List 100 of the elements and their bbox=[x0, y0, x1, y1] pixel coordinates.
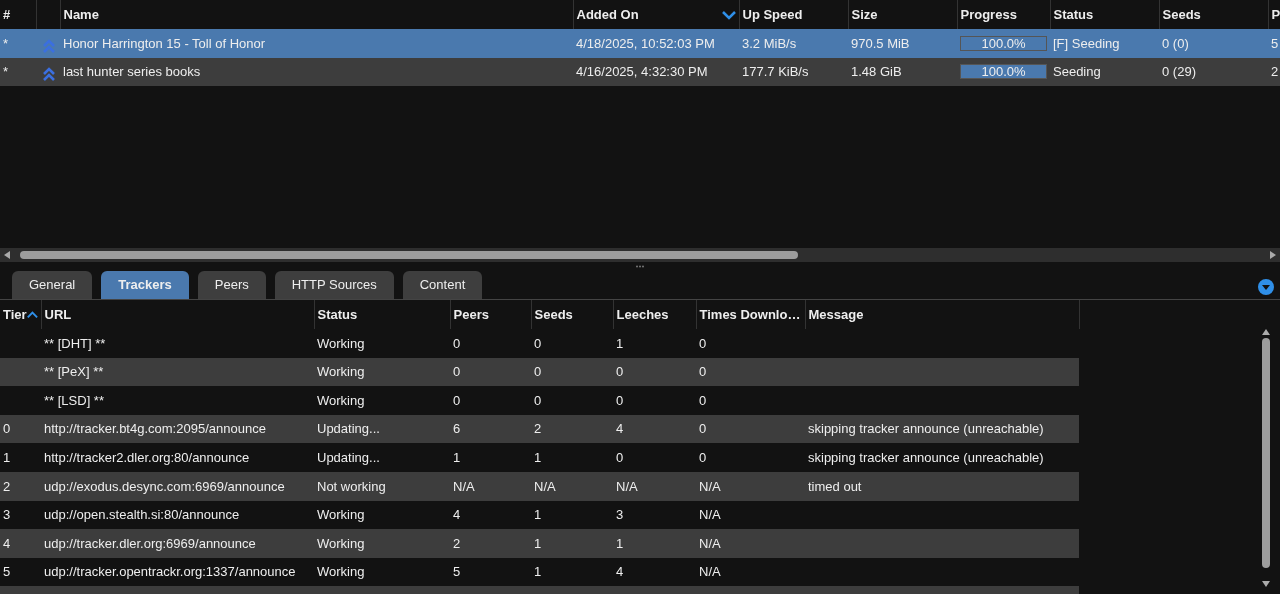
table-cell: http://tracker.bt4g.com:2095/announce bbox=[44, 421, 266, 437]
table-cell: 2 bbox=[534, 421, 542, 437]
table-cell: 1 bbox=[616, 335, 624, 351]
table-cell: Working bbox=[317, 535, 365, 551]
torrent-row[interactable]: * Honor Harrington 15 - Toll of Honor 4/18/2025, 10:52:03 PM 3.2 MiB/s 970.5 MiB 100.0% [F] Seeding 0 (0) 5 bbox=[0, 29, 1280, 58]
progress-bar: 100.0% bbox=[960, 64, 1047, 80]
table-cell: 1 bbox=[534, 507, 542, 523]
table-cell: 0 bbox=[699, 392, 707, 408]
column-header[interactable]: Seeds bbox=[1162, 4, 1201, 25]
column-header[interactable]: # bbox=[3, 4, 11, 25]
table-cell: 2 bbox=[3, 478, 11, 494]
table-cell: 0 bbox=[453, 364, 461, 380]
table-cell: 1 bbox=[534, 564, 542, 580]
column-header[interactable]: Peers bbox=[453, 304, 489, 325]
table-cell: 1.48 GiB bbox=[851, 64, 902, 80]
table-cell: N/A bbox=[699, 535, 721, 551]
column-header[interactable]: Status bbox=[1053, 4, 1094, 25]
table-cell: 5 bbox=[3, 564, 11, 580]
table-cell: 0 bbox=[699, 421, 707, 437]
table-cell: N/A bbox=[699, 564, 721, 580]
table-cell: skipping tracker announce (unreachable) bbox=[808, 421, 1044, 437]
scroll-right-icon[interactable] bbox=[1268, 250, 1278, 260]
table-cell: N/A bbox=[534, 478, 556, 494]
table-cell: ** [DHT] ** bbox=[44, 335, 106, 351]
table-cell: udp://tracker.opentrackr.org:1337/announce bbox=[44, 564, 296, 580]
table-cell: 970.5 MiB bbox=[851, 35, 910, 51]
column-header[interactable]: Tier bbox=[3, 304, 27, 325]
table-cell: 1 bbox=[453, 449, 461, 465]
table-cell: 3.2 MiB/s bbox=[742, 35, 797, 51]
table-cell: Working bbox=[317, 335, 365, 351]
column-header[interactable]: Leeches bbox=[616, 304, 669, 325]
table-cell: 0 bbox=[534, 392, 542, 408]
table-cell: Working bbox=[317, 392, 365, 408]
tab[interactable]: HTTP Sources bbox=[274, 271, 394, 299]
table-cell: N/A bbox=[699, 478, 721, 494]
dropdown-icon[interactable] bbox=[1258, 278, 1274, 295]
column-header[interactable]: Progress bbox=[960, 4, 1017, 25]
table-cell: 2 bbox=[453, 535, 461, 551]
table-cell: 177.7 KiB/s bbox=[742, 64, 809, 80]
table-cell: 4/18/2025, 10:52:03 PM bbox=[576, 35, 715, 51]
table-cell: 1 bbox=[534, 535, 542, 551]
table-cell: 1 bbox=[616, 535, 624, 551]
table-cell: * bbox=[3, 64, 9, 80]
table-cell: Not working bbox=[317, 478, 386, 494]
table-cell: 0 bbox=[534, 335, 542, 351]
column-header[interactable]: Status bbox=[317, 304, 358, 325]
table-cell: http://tracker2.dler.org:80/announce bbox=[44, 449, 250, 465]
table-cell: 4 bbox=[616, 421, 624, 437]
column-header[interactable]: Added On bbox=[576, 4, 639, 25]
torrent-row[interactable]: * last hunter series books 4/16/2025, 4:32:30 PM 177.7 KiB/s 1.48 GiB 100.0% Seeding 0 (29) 2 bbox=[0, 57, 1280, 87]
tab[interactable]: Trackers bbox=[101, 271, 189, 299]
table-cell: N/A bbox=[699, 507, 721, 523]
table-cell: 3 bbox=[616, 507, 624, 523]
splitter-handle[interactable] bbox=[636, 264, 644, 268]
column-header[interactable]: Name bbox=[63, 4, 99, 25]
table-cell: [F] Seeding bbox=[1053, 35, 1120, 51]
table-cell: udp://open.stealth.si:80/announce bbox=[44, 507, 240, 523]
table-cell: 1 bbox=[534, 449, 542, 465]
column-header[interactable]: URL bbox=[44, 304, 72, 325]
table-cell: 0 bbox=[453, 392, 461, 408]
table-cell: skipping tracker announce (unreachable) bbox=[808, 449, 1044, 465]
column-header[interactable]: Times Downlo… bbox=[699, 304, 801, 325]
progress-bar: 100.0% bbox=[960, 35, 1047, 51]
table-cell: last hunter series books bbox=[63, 64, 201, 80]
table-cell: 0 bbox=[616, 449, 624, 465]
table-cell: * bbox=[3, 35, 9, 51]
table-cell: udp://exodus.desync.com:6969/announce bbox=[44, 478, 285, 494]
scroll-down-icon[interactable] bbox=[1261, 580, 1271, 588]
table-cell: 0 (0) bbox=[1162, 35, 1189, 51]
table-cell: 4/16/2025, 4:32:30 PM bbox=[576, 64, 708, 80]
table-cell: 0 bbox=[616, 364, 624, 380]
table-cell: Working bbox=[317, 364, 365, 380]
table-cell: udp://tracker.dler.org:6969/announce bbox=[44, 535, 256, 551]
column-header[interactable]: Message bbox=[808, 304, 864, 325]
column-header[interactable]: P bbox=[1271, 4, 1279, 25]
tab[interactable]: Peers bbox=[197, 271, 266, 299]
table-cell: 0 bbox=[3, 421, 11, 437]
table-cell: ** [PeX] ** bbox=[44, 364, 104, 380]
scrollbar-thumb[interactable] bbox=[1262, 338, 1270, 568]
column-header[interactable]: Seeds bbox=[534, 304, 573, 325]
table-cell: 0 bbox=[699, 364, 707, 380]
column-header[interactable]: Up Speed bbox=[742, 4, 803, 25]
table-cell: timed out bbox=[808, 478, 862, 494]
table-cell: Working bbox=[317, 564, 365, 580]
table-cell: 0 bbox=[699, 449, 707, 465]
table-cell: 4 bbox=[616, 564, 624, 580]
scroll-left-icon[interactable] bbox=[2, 250, 12, 260]
scrollbar-thumb[interactable] bbox=[20, 251, 798, 259]
tab[interactable]: Content bbox=[402, 271, 483, 299]
scroll-up-icon[interactable] bbox=[1261, 328, 1271, 336]
double-chevron-up-icon bbox=[41, 66, 57, 83]
column-header[interactable]: Size bbox=[851, 4, 878, 25]
table-cell: 4 bbox=[3, 535, 11, 551]
table-cell: Updating... bbox=[317, 449, 380, 465]
table-cell: 1 bbox=[3, 449, 11, 465]
table-cell: Seeding bbox=[1053, 64, 1101, 80]
table-cell: 0 bbox=[534, 364, 542, 380]
table-cell: Working bbox=[317, 507, 365, 523]
table-cell: 5 bbox=[1271, 35, 1279, 51]
tab[interactable]: General bbox=[12, 271, 93, 299]
